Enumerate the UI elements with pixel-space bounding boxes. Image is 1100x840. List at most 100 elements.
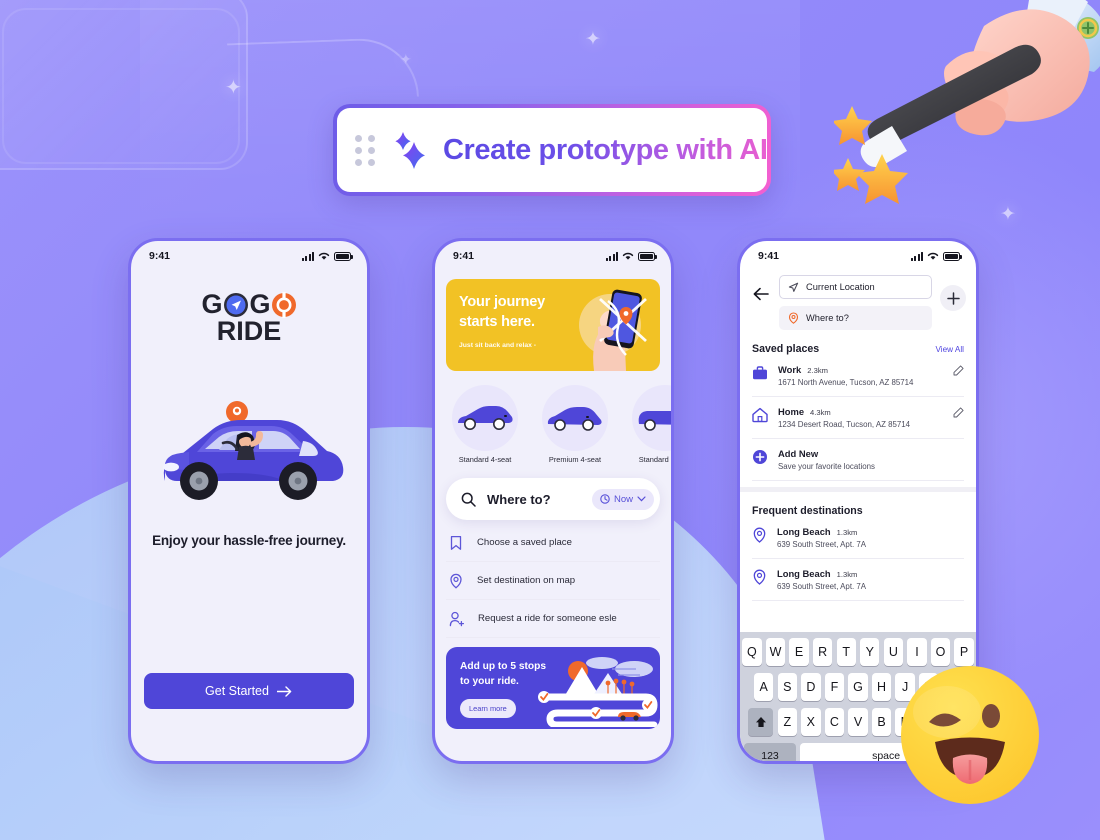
key-m[interactable]: M bbox=[919, 708, 939, 736]
vehicle-label: Premium 4-seat bbox=[548, 455, 602, 464]
key-v[interactable]: V bbox=[848, 708, 868, 736]
key-u[interactable]: U bbox=[883, 638, 904, 666]
signal-bars-icon bbox=[301, 251, 314, 261]
key-a[interactable]: A bbox=[753, 673, 774, 701]
search-icon bbox=[461, 492, 476, 507]
key-z[interactable]: Z bbox=[777, 708, 797, 736]
origin-value: Current Location bbox=[806, 282, 875, 292]
key-x[interactable]: X bbox=[801, 708, 821, 736]
key-g[interactable]: G bbox=[848, 673, 868, 701]
vehicle-option-1[interactable]: Premium 4-seat bbox=[533, 385, 617, 464]
edit-icon[interactable] bbox=[953, 365, 964, 376]
key-j[interactable]: J bbox=[895, 673, 915, 701]
home-icon bbox=[752, 407, 768, 423]
option-request-ride-for-someone[interactable]: Request a ride for someone esle bbox=[446, 600, 660, 638]
sedan-car-icon bbox=[547, 407, 602, 431]
key-l[interactable]: L bbox=[942, 673, 962, 701]
destination-placeholder: Where to? bbox=[806, 313, 849, 323]
wifi-icon bbox=[318, 252, 330, 260]
banner-title: Create prototype with AI bbox=[443, 134, 768, 167]
space-key[interactable]: space bbox=[800, 743, 972, 761]
learn-more-button[interactable]: Learn more bbox=[460, 698, 516, 718]
place-name: Long Beach bbox=[777, 568, 831, 579]
app-logo: G G RIDE bbox=[131, 289, 367, 347]
place-title-line: Long Beach 1.3km bbox=[777, 526, 964, 537]
place-name: Long Beach bbox=[777, 526, 831, 537]
origin-input[interactable]: Current Location bbox=[779, 275, 932, 299]
key-o[interactable]: O bbox=[930, 638, 951, 666]
car-with-driver-illustration bbox=[131, 395, 367, 507]
key-s[interactable]: S bbox=[777, 673, 797, 701]
search-input[interactable]: Where to? bbox=[487, 492, 592, 507]
status-bar: 9:41 bbox=[740, 241, 976, 267]
sparkle-icon: ✦ bbox=[225, 77, 242, 99]
place-body: Add New Save your favorite locations bbox=[778, 448, 964, 471]
key-p[interactable]: P bbox=[954, 638, 974, 666]
place-body: Work 2.3km 1671 North Avenue, Tucson, AZ… bbox=[778, 364, 964, 387]
get-started-button[interactable]: Get Started bbox=[144, 673, 354, 709]
key-b[interactable]: B bbox=[871, 708, 892, 736]
option-label: Request a ride for someone esle bbox=[478, 613, 617, 624]
search-bar[interactable]: Where to? Now bbox=[446, 478, 660, 520]
key-n[interactable]: N bbox=[895, 708, 915, 736]
saved-place-row-work[interactable]: Work 2.3km 1671 North Avenue, Tucson, AZ… bbox=[752, 355, 964, 397]
option-set-destination-on-map[interactable]: Set destination on map bbox=[446, 562, 660, 600]
key-h[interactable]: H bbox=[871, 673, 892, 701]
backspace-key[interactable] bbox=[942, 708, 968, 736]
key-y[interactable]: Y bbox=[860, 638, 880, 666]
hatchback-car-icon bbox=[458, 406, 513, 430]
battery-icon bbox=[943, 251, 962, 261]
create-prototype-with-ai-banner[interactable]: Create prototype with AI bbox=[333, 104, 771, 196]
destination-input[interactable]: Where to? bbox=[779, 306, 932, 330]
add-new-place-row[interactable]: Add New Save your favorite locations bbox=[752, 439, 964, 481]
phone-screen-destination-search: 9:41 Current Location Where to? Saved pl… bbox=[737, 238, 979, 764]
on-screen-keyboard[interactable]: QWERTYUIOP ASDFGHJKL ZXCVBNM 123 space bbox=[740, 632, 976, 761]
vehicle-option-0[interactable]: Standard 4-seat bbox=[443, 385, 527, 464]
frequent-destination-row[interactable]: Long Beach 1.3km 639 South Street, Apt. … bbox=[752, 517, 964, 559]
key-f[interactable]: F bbox=[824, 673, 845, 701]
plus-icon bbox=[946, 291, 960, 305]
edit-icon[interactable] bbox=[953, 407, 964, 418]
vehicle-option-2[interactable]: Standard 6-seat bbox=[623, 385, 671, 464]
key-i[interactable]: I bbox=[907, 638, 927, 666]
location-inputs: Current Location Where to? bbox=[779, 275, 932, 330]
plus-circle-icon bbox=[753, 450, 767, 464]
status-time: 9:41 bbox=[758, 250, 780, 262]
key-r[interactable]: R bbox=[812, 638, 833, 666]
shift-key[interactable] bbox=[748, 708, 774, 736]
saved-place-row-home[interactable]: Home 4.3km 1234 Desert Road, Tucson, AZ … bbox=[752, 397, 964, 439]
status-time: 9:41 bbox=[149, 250, 171, 262]
battery-icon bbox=[638, 251, 657, 261]
place-body: Long Beach 1.3km 639 South Street, Apt. … bbox=[777, 526, 964, 549]
vehicle-options-row: Standard 4-seat Premium 4-seat Standard bbox=[435, 385, 671, 464]
numeric-key[interactable]: 123 bbox=[744, 743, 796, 761]
option-label: Set destination on map bbox=[477, 575, 576, 586]
key-w[interactable]: W bbox=[765, 638, 786, 666]
place-distance: 4.3km bbox=[810, 408, 831, 417]
key-t[interactable]: T bbox=[836, 638, 856, 666]
promo-card-stops[interactable]: Add up to 5 stops to your ride. Learn mo… bbox=[446, 647, 660, 729]
phone-screen-home: 9:41 Your journey starts here. Just sit … bbox=[432, 238, 674, 764]
section-title: Frequent destinations bbox=[752, 505, 863, 517]
arrow-left-icon[interactable] bbox=[751, 284, 771, 304]
background-arc-line bbox=[227, 36, 419, 104]
view-all-link[interactable]: View All bbox=[935, 345, 964, 354]
add-stop-button[interactable] bbox=[940, 285, 966, 311]
time-picker-pill[interactable]: Now bbox=[591, 488, 654, 510]
place-body: Home 4.3km 1234 Desert Road, Tucson, AZ … bbox=[778, 406, 964, 429]
status-bar: 9:41 bbox=[435, 241, 671, 267]
key-c[interactable]: C bbox=[824, 708, 845, 736]
promo-banner-journey[interactable]: Your journey starts here. Just sit back … bbox=[446, 279, 660, 371]
place-title-line: Home 4.3km bbox=[778, 406, 964, 417]
key-e[interactable]: E bbox=[789, 638, 809, 666]
drag-handle-dots-icon[interactable] bbox=[355, 134, 375, 166]
hand-holding-phone-map-illustration bbox=[579, 289, 647, 371]
key-k[interactable]: K bbox=[919, 673, 939, 701]
key-d[interactable]: D bbox=[801, 673, 821, 701]
option-choose-saved-place[interactable]: Choose a saved place bbox=[446, 524, 660, 562]
place-title-line: Work 2.3km bbox=[778, 364, 964, 375]
frequent-destination-row[interactable]: Long Beach 1.3km 639 South Street, Apt. … bbox=[752, 559, 964, 601]
key-q[interactable]: Q bbox=[742, 638, 762, 666]
sparkle-icon: ✦ bbox=[1000, 204, 1016, 225]
keyboard-bottom-row: 123 space bbox=[740, 743, 976, 761]
